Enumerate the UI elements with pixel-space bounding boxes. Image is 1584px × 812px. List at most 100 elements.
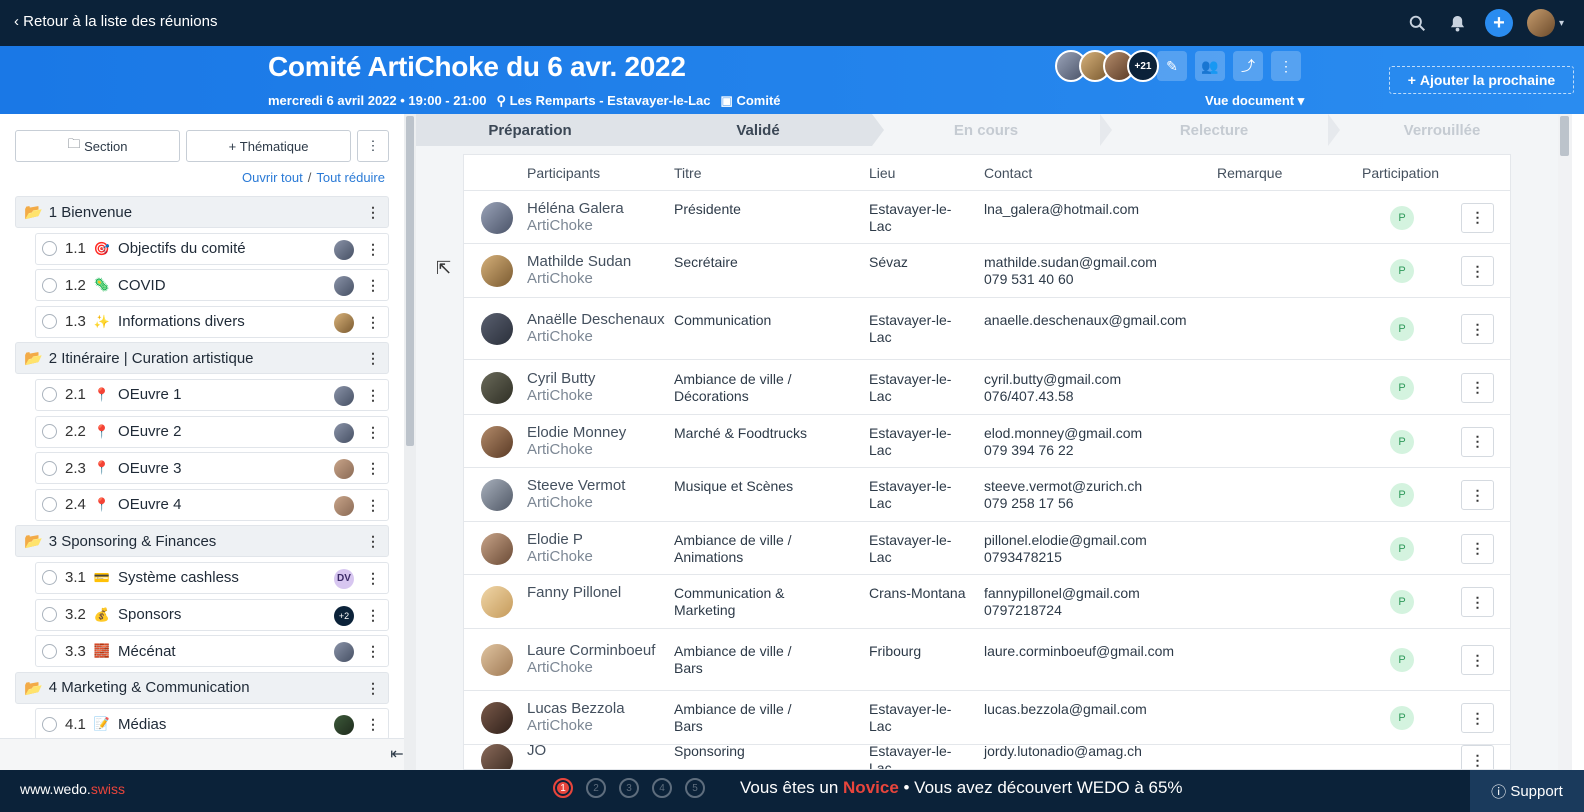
topic-row[interactable]: 2.1 📍 OEuvre 1 ⋮	[35, 378, 389, 411]
open-all-link[interactable]: Ouvrir tout	[242, 170, 303, 185]
add-next-meeting-button[interactable]: + Ajouter la prochaine	[1389, 66, 1574, 94]
participation-badge[interactable]: P	[1390, 317, 1414, 341]
participation-badge[interactable]: P	[1390, 483, 1414, 507]
kebab-icon[interactable]: ⋮	[366, 277, 380, 294]
participation-badge[interactable]: P	[1390, 648, 1414, 672]
kebab-icon[interactable]: ⋮	[366, 497, 380, 514]
more-options-button[interactable]: ⋮	[1271, 51, 1301, 81]
status-radio[interactable]	[42, 570, 57, 586]
progress-step[interactable]: 1	[553, 778, 573, 798]
table-row[interactable]: Elodie P ArtiChoke Ambiance de ville / Ani…	[464, 522, 1510, 575]
row-options-button[interactable]: ⋮	[1461, 703, 1494, 733]
row-options-button[interactable]: ⋮	[1461, 645, 1494, 675]
participation-badge[interactable]: P	[1390, 706, 1414, 730]
email-link[interactable]: jordy.lutonadio@amag.ch	[984, 743, 1214, 760]
chevron-down-icon[interactable]: ▾	[1559, 18, 1564, 29]
status-radio[interactable]	[42, 643, 57, 659]
email-link[interactable]: lucas.bezzola@gmail.com	[984, 701, 1214, 718]
kebab-icon[interactable]: ⋮	[366, 570, 380, 587]
collapse-sidebar-icon[interactable]: ⇤	[384, 741, 410, 767]
add-topic-button[interactable]: + Thématique	[186, 130, 351, 162]
support-button[interactable]: ⓘ Support	[1470, 770, 1584, 812]
kebab-icon[interactable]: ⋮	[366, 314, 380, 331]
kebab-icon[interactable]: ⋮	[366, 350, 380, 367]
row-options-button[interactable]: ⋮	[1461, 587, 1494, 617]
share-button[interactable]: ⤴	[1233, 51, 1263, 81]
topic-row[interactable]: 1.2 🦠 COVID ⋮	[35, 269, 389, 302]
email-link[interactable]: elod.monney@gmail.com	[984, 425, 1214, 442]
kebab-icon[interactable]: ⋮	[366, 716, 380, 733]
participation-badge[interactable]: P	[1390, 375, 1414, 400]
sidebar-more-button[interactable]: ⋮	[357, 130, 389, 162]
collapse-all-link[interactable]: Tout réduire	[316, 170, 385, 185]
step-locked[interactable]: Verrouillée	[1328, 114, 1556, 146]
search-icon[interactable]	[1405, 8, 1431, 38]
topic-row[interactable]: 4.1 📝 Médias ⋮	[35, 708, 389, 741]
step-validated[interactable]: Validé	[644, 114, 884, 146]
progress-step[interactable]: 2	[586, 778, 606, 798]
row-options-button[interactable]: ⋮	[1461, 202, 1494, 233]
participation-badge[interactable]: P	[1390, 536, 1414, 561]
main-scrollbar[interactable]	[1558, 114, 1572, 770]
user-avatar[interactable]	[1526, 9, 1555, 37]
table-row[interactable]: Mathilde Sudan ArtiChoke Secrétaire Sévaz ma…	[464, 244, 1510, 298]
participant-avatars[interactable]: +21	[1055, 50, 1159, 82]
topic-row[interactable]: 2.4 📍 OEuvre 4 ⋮	[35, 488, 389, 521]
email-link[interactable]: cyril.butty@gmail.com	[984, 371, 1214, 388]
topic-row[interactable]: 1.3 ✨ Informations divers ⋮	[35, 305, 389, 338]
kebab-icon[interactable]: ⋮	[366, 607, 380, 624]
status-radio[interactable]	[42, 241, 57, 257]
manage-participants-button[interactable]: 👥	[1195, 51, 1225, 81]
back-to-meetings-link[interactable]: ‹ Retour à la liste des réunions	[14, 13, 217, 30]
progress-step[interactable]: 3	[619, 778, 639, 798]
row-options-button[interactable]: ⋮	[1461, 256, 1494, 286]
table-row[interactable]: Laure Corminboeuf ArtiChoke Ambiance de vi…	[464, 629, 1510, 691]
participation-badge[interactable]: P	[1390, 590, 1414, 614]
topic-row[interactable]: 2.3 📍 OEuvre 3 ⋮	[35, 452, 389, 485]
row-options-button[interactable]: ⋮	[1461, 372, 1494, 403]
email-link[interactable]: pillonel.elodie@gmail.com	[984, 532, 1214, 549]
row-options-button[interactable]: ⋮	[1461, 314, 1494, 344]
topic-row[interactable]: 2.2 📍 OEuvre 2 ⋮	[35, 415, 389, 448]
kebab-icon[interactable]: ⋮	[366, 204, 380, 221]
participation-badge[interactable]: P	[1390, 259, 1414, 283]
table-row[interactable]: Héléna Galera ArtiChoke Présidente Estavaye…	[464, 191, 1510, 244]
add-section-button[interactable]: 🗀 Section	[15, 130, 180, 162]
step-in-progress[interactable]: En cours	[872, 114, 1112, 146]
kebab-icon[interactable]: ⋮	[366, 680, 380, 697]
step-review[interactable]: Relecture	[1100, 114, 1340, 146]
topic-row[interactable]: 3.2 💰 Sponsors +2 ⋮	[35, 598, 389, 631]
section-row[interactable]: 📂 4 Marketing & Communication ⋮	[15, 671, 389, 704]
kebab-icon[interactable]: ⋮	[366, 387, 380, 404]
status-radio[interactable]	[42, 716, 57, 732]
kebab-icon[interactable]: ⋮	[366, 533, 380, 550]
table-row[interactable]: Anaëlle Deschenaux ArtiChoke Communication…	[464, 298, 1510, 360]
email-link[interactable]: anaelle.deschenaux@gmail.com	[984, 312, 1214, 329]
row-options-button[interactable]: ⋮	[1461, 745, 1494, 769]
table-row[interactable]: Cyril Butty ArtiChoke Ambiance de ville / …	[464, 360, 1510, 415]
table-row[interactable]: Lucas Bezzola ArtiChoke Ambiance de ville …	[464, 691, 1510, 745]
email-link[interactable]: steeve.vermot@zurich.ch	[984, 478, 1214, 495]
participation-badge[interactable]: P	[1390, 429, 1414, 454]
topic-row[interactable]: 3.3 🧱 Mécénat ⋮	[35, 635, 389, 668]
participation-badge[interactable]: P	[1390, 205, 1414, 230]
kebab-icon[interactable]: ⋮	[366, 643, 380, 660]
edit-button[interactable]: ✎	[1157, 51, 1187, 81]
email-link[interactable]: lna_galera@hotmail.com	[984, 201, 1214, 218]
status-radio[interactable]	[42, 497, 57, 513]
section-row[interactable]: 📂 1 Bienvenue ⋮	[15, 196, 389, 228]
row-options-button[interactable]: ⋮	[1461, 480, 1494, 510]
kebab-icon[interactable]: ⋮	[366, 424, 380, 441]
status-radio[interactable]	[42, 607, 57, 623]
table-row[interactable]: Elodie Monney ArtiChoke Marché & Foodtruck…	[464, 415, 1510, 468]
step-preparation[interactable]: Préparation	[416, 114, 656, 146]
sidebar-scrollbar-thumb[interactable]	[406, 116, 414, 446]
status-radio[interactable]	[42, 387, 57, 403]
topic-row[interactable]: 3.1 💳 Système cashless DV ⋮	[35, 561, 389, 594]
table-row[interactable]: Steeve Vermot ArtiChoke Musique et Scènes E…	[464, 468, 1510, 522]
row-options-button[interactable]: ⋮	[1461, 426, 1494, 457]
email-link[interactable]: laure.corminboeuf@gmail.com	[984, 643, 1214, 660]
view-mode-dropdown[interactable]: Vue document ▾	[1205, 93, 1304, 109]
status-radio[interactable]	[42, 314, 57, 330]
status-radio[interactable]	[42, 460, 57, 476]
